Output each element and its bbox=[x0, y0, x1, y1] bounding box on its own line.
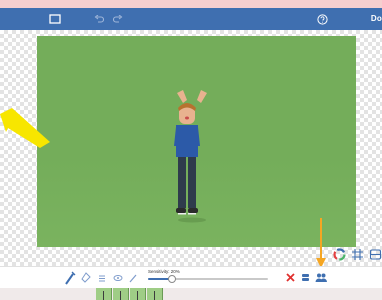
brush-icon[interactable] bbox=[97, 271, 107, 285]
sensitivity-slider[interactable] bbox=[148, 275, 268, 283]
film-thumbnail[interactable] bbox=[130, 288, 146, 300]
people-icon bbox=[315, 273, 327, 282]
bottom-toolbar: Sensitivity: 20% Clear Insert People bbox=[0, 266, 382, 292]
boy-figure bbox=[174, 90, 207, 223]
grid-icon[interactable] bbox=[351, 248, 364, 266]
insert-icon bbox=[301, 274, 309, 281]
film-thumbnail[interactable] bbox=[147, 288, 163, 300]
film-thumbnail[interactable] bbox=[96, 288, 112, 300]
help-icon[interactable] bbox=[314, 11, 330, 27]
film-thumbnail[interactable] bbox=[113, 288, 129, 300]
side-tool-icons bbox=[333, 248, 382, 266]
crop-frame-icon[interactable] bbox=[48, 11, 62, 27]
yellow-pointer-arrow bbox=[0, 108, 52, 155]
redo-icon[interactable] bbox=[112, 11, 124, 27]
clear-x-icon bbox=[285, 273, 295, 282]
sensitivity-label: Sensitivity: 20% bbox=[148, 269, 180, 274]
eraser-icon[interactable] bbox=[81, 271, 91, 285]
top-band bbox=[0, 0, 382, 8]
eye-icon[interactable] bbox=[113, 271, 123, 285]
undo-icon[interactable] bbox=[93, 11, 105, 27]
green-screen-photo[interactable] bbox=[37, 36, 356, 247]
top-toolbar: Do bbox=[0, 8, 382, 30]
done-button[interactable]: Do bbox=[371, 14, 382, 23]
magic-wand-icon[interactable] bbox=[64, 271, 76, 285]
app-screen: Do Sensitivity: 20% bbox=[0, 0, 382, 300]
layers-icon[interactable] bbox=[369, 248, 382, 266]
pen-icon[interactable] bbox=[128, 271, 138, 285]
color-wheel-icon[interactable] bbox=[333, 248, 346, 266]
sensitivity-slider-knob[interactable] bbox=[168, 275, 176, 283]
filmstrip bbox=[0, 288, 382, 300]
